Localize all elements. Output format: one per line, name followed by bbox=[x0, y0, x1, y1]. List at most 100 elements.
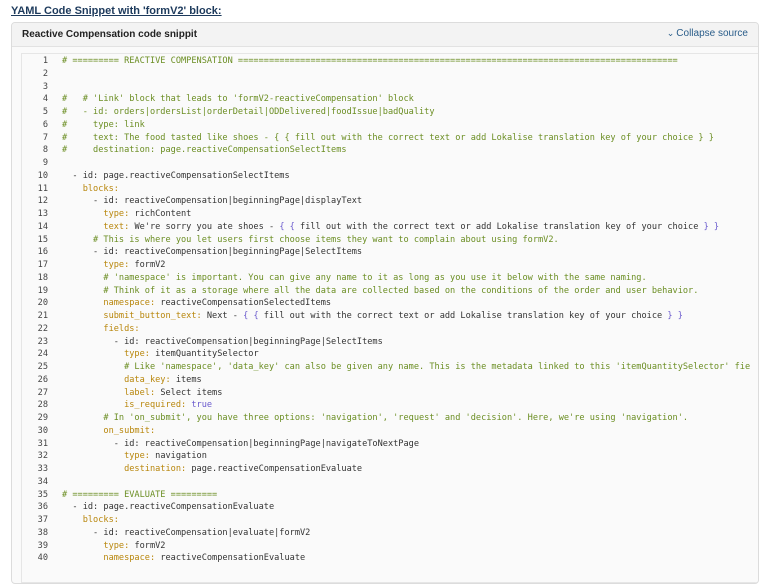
line-number: 37 bbox=[37, 515, 48, 525]
code-token: } } bbox=[667, 311, 683, 321]
code-line: 18 # 'namespace' is important. You can g… bbox=[22, 272, 750, 285]
code-line: 20 namespace: reactiveCompensationSelect… bbox=[22, 297, 750, 310]
code-token: formV2 bbox=[134, 260, 166, 270]
line-number: 8 bbox=[42, 145, 48, 156]
code-token: fields: bbox=[62, 323, 140, 334]
collapse-source-button[interactable]: ⌄ Collapse source bbox=[667, 28, 748, 39]
code-line: 17 type: formV2 bbox=[22, 259, 750, 272]
code-line: 25 # Like 'namespace', 'data_key' can al… bbox=[22, 361, 751, 374]
line-number: 11 bbox=[37, 183, 48, 194]
line-number: 2 bbox=[42, 68, 48, 79]
line-number: 22 bbox=[37, 323, 48, 334]
line-number: 14 bbox=[37, 221, 48, 232]
code-panel: Reactive Compensation code snippit ⌄ Coll… bbox=[11, 22, 759, 584]
code-token: type: bbox=[62, 540, 135, 551]
code-line: 21 submit_button_text: Next - { { fill o… bbox=[22, 310, 750, 323]
code-token: { { bbox=[243, 311, 264, 321]
code-line: 9 bbox=[22, 157, 750, 170]
code-token: type: bbox=[62, 260, 135, 270]
code-line: 24 type: itemQuantitySelector bbox=[22, 348, 750, 361]
code-token: itemQuantitySelector bbox=[155, 349, 259, 360]
code-token: label: bbox=[62, 387, 161, 398]
code-line: 5 # - id: orders|ordersList|orderDetail|O… bbox=[22, 106, 750, 119]
code-line: 1 # ========= REACTIVE COMPENSATION =====… bbox=[22, 55, 750, 68]
line-number: 28 bbox=[37, 400, 48, 411]
line-number: 9 bbox=[42, 158, 48, 168]
code-line: 11 blocks: bbox=[22, 183, 750, 196]
line-number: 39 bbox=[37, 540, 48, 551]
code-line: 38 - id: reactiveCompensation|evaluate|f… bbox=[22, 527, 750, 540]
code-line: 2 bbox=[22, 68, 750, 81]
code-token: # Think of it as a storage where all the… bbox=[62, 285, 699, 296]
code-token: data_key: bbox=[62, 374, 176, 385]
code-token: - id: reactiveCompensation|beginningPage… bbox=[62, 196, 363, 207]
collapse-source-label: Collapse source bbox=[676, 28, 748, 39]
code-line: 28 is_required: true bbox=[22, 399, 750, 412]
line-number: 29 bbox=[37, 413, 48, 423]
code-token: We're sorry you ate shoes - bbox=[134, 221, 280, 232]
code-line: 35 # ========= EVALUATE ========= bbox=[22, 489, 750, 502]
line-number: 7 bbox=[42, 132, 48, 143]
line-number: 1 bbox=[42, 56, 48, 66]
code-token: namespace: bbox=[62, 298, 161, 309]
line-number: 25 bbox=[37, 362, 48, 372]
code-line: 39 type: formV2 bbox=[22, 540, 750, 553]
code-line: 30 on_submit: bbox=[22, 425, 750, 438]
line-number: 40 bbox=[37, 553, 48, 564]
code-token: - id: page.reactiveCompensationSelectIte… bbox=[62, 170, 290, 181]
code-token: type: bbox=[62, 209, 135, 219]
code-token: # 'namespace' is important. You can give… bbox=[62, 272, 647, 283]
line-number: 5 bbox=[42, 107, 48, 117]
line-number: 34 bbox=[37, 476, 48, 487]
code-token: on_submit: bbox=[62, 425, 156, 436]
code-line: 16 - id: reactiveCompensation|beginningP… bbox=[22, 246, 750, 259]
line-number: 26 bbox=[37, 374, 48, 385]
code-lines: 1 # ========= REACTIVE COMPENSATION =====… bbox=[22, 54, 751, 565]
code-token: true bbox=[191, 400, 213, 411]
code-token: navigation bbox=[155, 451, 207, 462]
code-line: 13 type: richContent bbox=[22, 208, 750, 221]
code-line: 3 bbox=[22, 81, 750, 94]
code-line: 33 destination: page.reactiveCompensatio… bbox=[22, 463, 750, 476]
code-token: # Like 'namespace', 'data_key' can also … bbox=[62, 362, 751, 372]
line-number: 3 bbox=[42, 81, 48, 92]
code-token: fill out with the correct text or add Lo… bbox=[263, 311, 668, 321]
line-number: 32 bbox=[37, 451, 48, 462]
line-number: 31 bbox=[37, 438, 48, 449]
code-line: 32 type: navigation bbox=[22, 450, 750, 463]
code-token: # This is where you let users first choo… bbox=[62, 234, 559, 245]
line-number: 16 bbox=[37, 247, 48, 258]
line-number: 27 bbox=[37, 387, 48, 398]
code-token: { { bbox=[279, 221, 301, 232]
code-line: 37 blocks: bbox=[22, 514, 750, 527]
code-line: 8 # destination: page.reactiveCompensatio… bbox=[22, 144, 750, 157]
code-token: # destination: page.reactiveCompensation… bbox=[62, 145, 347, 156]
code-token: # - id: orders|ordersList|orderDetail|OD… bbox=[62, 107, 435, 117]
code-token: # In 'on_submit', you have three options… bbox=[62, 413, 689, 423]
code-token: Next - bbox=[206, 311, 244, 321]
line-number: 38 bbox=[37, 527, 48, 538]
code-line: 15 # This is where you let users first c… bbox=[22, 234, 750, 247]
code-token: text: bbox=[62, 221, 135, 232]
code-token: # ========= EVALUATE ========= bbox=[62, 489, 218, 500]
code-line: 10 - id: page.reactiveCompensationSelect… bbox=[22, 170, 750, 183]
code-line: 4 # # 'Link' block that leads to 'formV2-… bbox=[22, 93, 750, 106]
line-number: 21 bbox=[37, 311, 48, 321]
line-number: 33 bbox=[37, 464, 48, 474]
line-number: 6 bbox=[42, 119, 48, 130]
code-line: 14 text: We're sorry you ate shoes - { {… bbox=[22, 221, 750, 234]
code-token: blocks: bbox=[62, 515, 119, 525]
code-token: Select items bbox=[160, 387, 223, 398]
code-token: destination: bbox=[62, 464, 192, 474]
line-number: 23 bbox=[37, 336, 48, 347]
code-line: 34 bbox=[22, 476, 750, 489]
code-token: blocks: bbox=[62, 183, 119, 194]
code-token: page.reactiveCompensationEvaluate bbox=[191, 464, 363, 474]
line-number: 17 bbox=[37, 260, 48, 270]
code-line: 12 - id: reactiveCompensation|beginningP… bbox=[22, 195, 750, 208]
line-number: 36 bbox=[37, 502, 48, 513]
code-line: 7 # text: The food tasted like shoes - { … bbox=[22, 132, 750, 145]
code-line: 31 - id: reactiveCompensation|beginningP… bbox=[22, 438, 750, 451]
line-number: 20 bbox=[37, 298, 48, 309]
code-token: reactiveCompensationSelectedItems bbox=[160, 298, 332, 309]
